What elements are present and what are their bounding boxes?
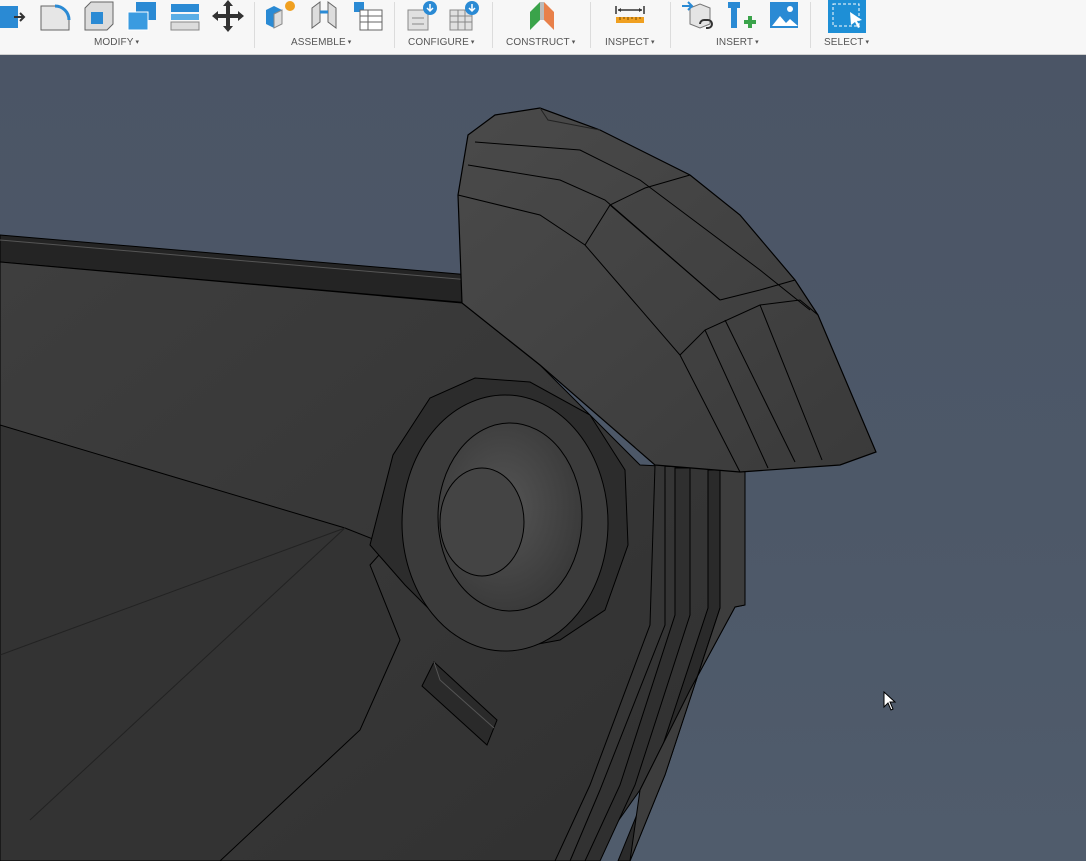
configure-parameter-icon[interactable] <box>406 0 438 32</box>
chevron-down-icon: ▾ <box>571 39 576 46</box>
insert-label: INSERT <box>716 37 754 48</box>
chevron-down-icon: ▾ <box>755 39 759 46</box>
plane-icon[interactable] <box>526 0 558 32</box>
configure-table-icon[interactable] <box>448 0 480 32</box>
combine-icon[interactable] <box>126 0 158 32</box>
chevron-down-icon: ▾ <box>135 39 140 46</box>
modify-group: MODIFY ▾ <box>0 0 252 54</box>
assemble-group: ASSEMBLE ▾ <box>258 0 392 54</box>
construct-group: CONSTRUCT ▾ <box>496 0 588 54</box>
separator <box>590 2 591 48</box>
model-view[interactable] <box>0 56 1086 861</box>
chevron-down-icon: ▾ <box>865 39 870 46</box>
insert-menu[interactable]: INSERT ▾ <box>716 37 759 48</box>
move-icon[interactable] <box>212 0 244 32</box>
assemble-label: ASSEMBLE <box>291 37 346 48</box>
inspect-menu[interactable]: INSPECT ▾ <box>605 37 655 48</box>
select-window-icon[interactable] <box>828 0 868 34</box>
inspect-group: INSPECT ▾ <box>594 0 668 54</box>
select-menu[interactable]: SELECT ▾ <box>824 37 869 48</box>
shell-icon[interactable] <box>83 0 115 32</box>
offset-face-icon[interactable] <box>169 0 201 32</box>
assemble-menu[interactable]: ASSEMBLE ▾ <box>291 37 351 48</box>
configure-table-icon[interactable] <box>352 0 384 32</box>
select-label: SELECT <box>824 37 864 48</box>
toolbar: MODIFY ▾ ASSEMBLE ▾ CONFIGURE ▾ CONSTRUC… <box>0 0 1086 55</box>
mouse-cursor-icon <box>883 691 897 711</box>
construct-label: CONSTRUCT <box>506 37 570 48</box>
configure-label: CONFIGURE <box>408 37 469 48</box>
pivot-hole <box>439 467 525 577</box>
inspect-label: INSPECT <box>605 37 650 48</box>
separator <box>670 2 671 48</box>
separator <box>254 2 255 48</box>
press-pull-icon[interactable] <box>0 0 32 32</box>
joint-icon[interactable] <box>308 0 340 32</box>
measure-icon[interactable] <box>614 0 646 32</box>
fillet-icon[interactable] <box>39 0 71 32</box>
select-group: SELECT ▾ <box>814 0 884 54</box>
separator <box>394 2 395 48</box>
modify-menu[interactable]: MODIFY ▾ <box>94 37 139 48</box>
configure-group: CONFIGURE ▾ <box>398 0 490 54</box>
configure-menu[interactable]: CONFIGURE ▾ <box>408 37 475 48</box>
separator <box>810 2 811 48</box>
chevron-down-icon: ▾ <box>347 39 352 46</box>
modify-label: MODIFY <box>94 37 134 48</box>
insert-canvas-icon[interactable] <box>768 0 800 32</box>
insert-mcmaster-icon[interactable] <box>726 0 758 32</box>
chevron-down-icon: ▾ <box>470 39 475 46</box>
insert-derive-icon[interactable] <box>682 0 714 32</box>
canvas-viewport[interactable] <box>0 56 1086 861</box>
insert-group: INSERT ▾ <box>674 0 808 54</box>
chevron-down-icon: ▾ <box>651 39 655 46</box>
separator <box>492 2 493 48</box>
construct-menu[interactable]: CONSTRUCT ▾ <box>506 37 575 48</box>
new-component-icon[interactable] <box>264 0 296 32</box>
